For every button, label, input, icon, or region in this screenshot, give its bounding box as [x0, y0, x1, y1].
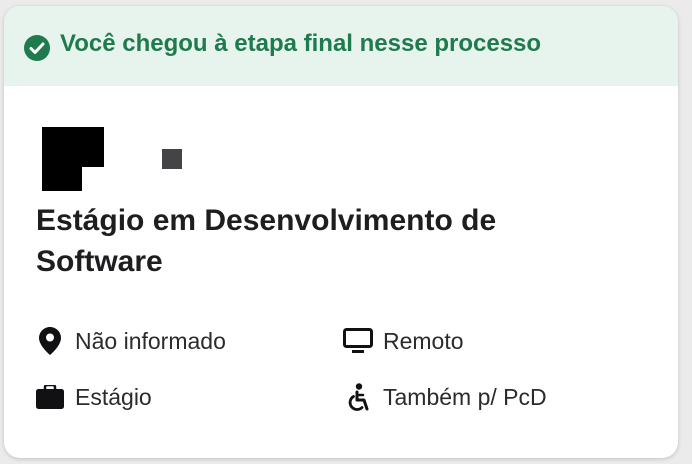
logo-mark — [162, 149, 182, 169]
type-label: Estágio — [75, 383, 152, 410]
status-banner: Você chegou à etapa final nesse processo — [4, 6, 678, 86]
accessibility-icon — [343, 382, 373, 412]
monitor-icon — [343, 326, 373, 356]
job-title[interactable]: Estágio em Desenvolvimento de Software — [36, 200, 596, 282]
location-pin-icon — [35, 326, 65, 356]
detail-location: Não informado — [35, 326, 226, 356]
detail-workmode: Remoto — [343, 326, 464, 356]
location-label: Não informado — [75, 327, 226, 354]
check-circle-icon — [24, 35, 50, 61]
status-banner-text: Você chegou à etapa final nesse processo — [60, 30, 542, 57]
briefcase-icon — [35, 382, 65, 412]
company-logo — [42, 127, 104, 191]
pcd-label: Também p/ PcD — [383, 383, 547, 410]
job-card[interactable]: Você chegou à etapa final nesse processo… — [4, 6, 678, 458]
detail-pcd: Também p/ PcD — [343, 382, 547, 412]
workmode-label: Remoto — [383, 327, 464, 354]
detail-type: Estágio — [35, 382, 152, 412]
